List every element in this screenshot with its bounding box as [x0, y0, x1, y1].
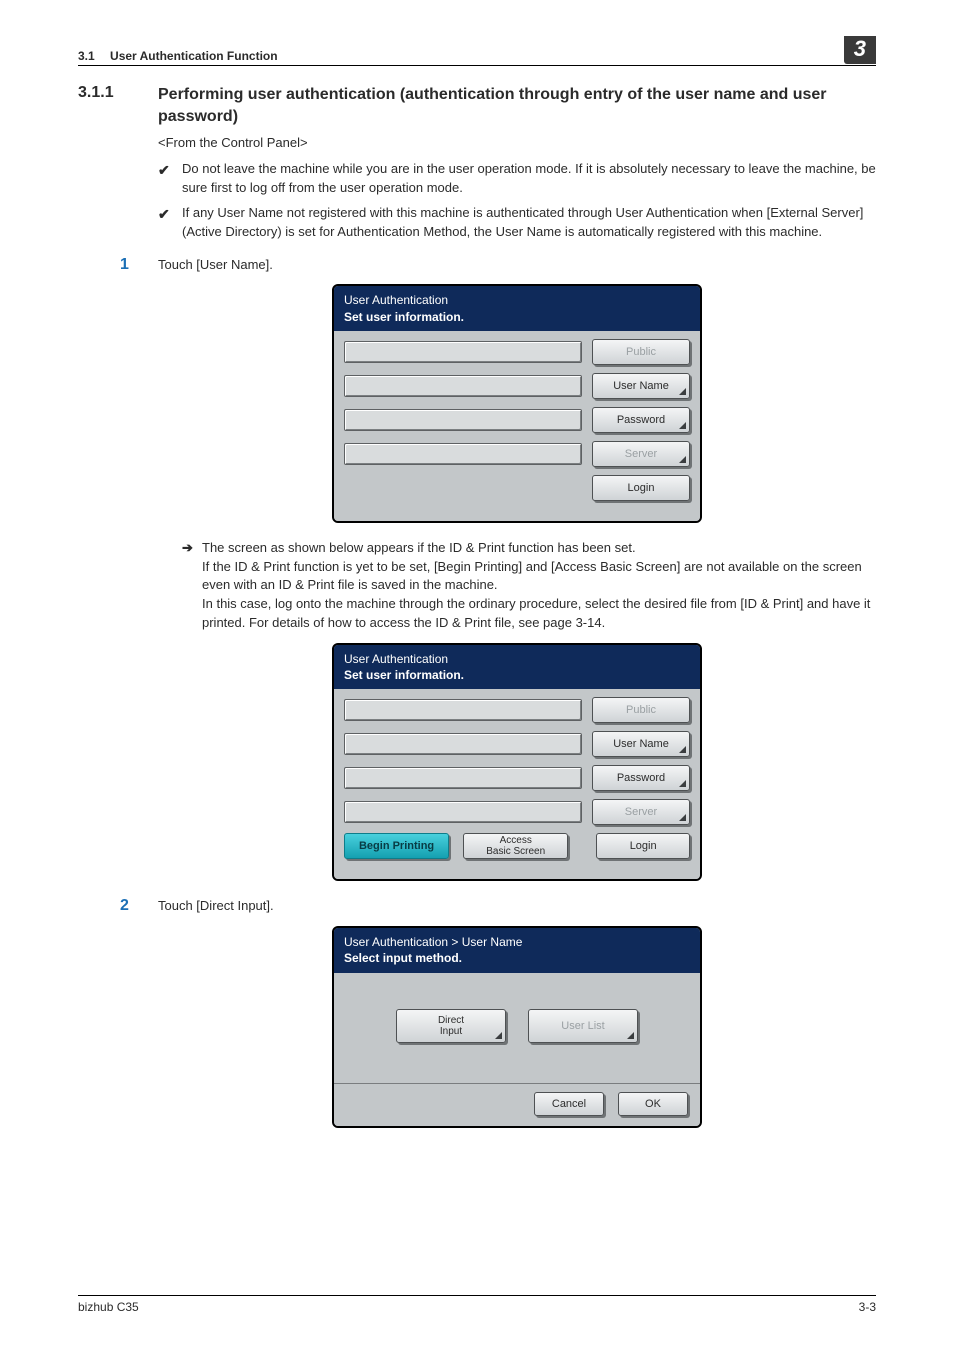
user-list-button[interactable]: User List [528, 1009, 638, 1043]
field-password[interactable] [344, 767, 582, 789]
running-footer: bizhub C35 3-3 [78, 1295, 876, 1314]
header-section-number: 3.1 [78, 49, 107, 63]
field-user-name[interactable] [344, 375, 582, 397]
password-button[interactable]: Password [592, 407, 690, 433]
field-public[interactable] [344, 341, 582, 363]
section-title: Performing user authentication (authenti… [158, 84, 876, 127]
panel-prompt: Set user information. [344, 309, 690, 325]
server-button[interactable]: Server [592, 799, 690, 825]
precaution-list: ✔ Do not leave the machine while you are… [158, 160, 876, 241]
context-subhead: <From the Control Panel> [158, 135, 876, 150]
field-password[interactable] [344, 409, 582, 431]
check-icon: ✔ [158, 204, 182, 242]
note-text: The screen as shown below appears if the… [202, 539, 876, 633]
panel-user-auth-idprint: User Authentication Set user information… [332, 643, 702, 881]
public-button[interactable]: Public [592, 339, 690, 365]
section-heading: 3.1.1 Performing user authentication (au… [78, 84, 876, 127]
field-user-name[interactable] [344, 733, 582, 755]
precaution-item: Do not leave the machine while you are i… [182, 160, 876, 198]
step-1: 1 Touch [User Name]. [158, 256, 876, 275]
step-number: 2 [120, 897, 134, 916]
login-button[interactable]: Login [592, 475, 690, 501]
panel-select-input-method: User Authentication > User Name Select i… [332, 926, 702, 1127]
header-left: 3.1 User Authentication Function [78, 49, 278, 63]
note-list: ➔ The screen as shown below appears if t… [182, 539, 876, 633]
panel-breadcrumb: User Authentication > User Name [344, 934, 690, 950]
cancel-button[interactable]: Cancel [534, 1092, 604, 1116]
footer-page: 3-3 [859, 1300, 876, 1314]
direct-input-button[interactable]: DirectInput [396, 1009, 506, 1043]
access-basic-screen-button[interactable]: AccessBasic Screen [463, 833, 568, 859]
user-name-button[interactable]: User Name [592, 373, 690, 399]
step-text: Touch [User Name]. [158, 256, 273, 275]
footer-product: bizhub C35 [78, 1300, 139, 1314]
field-public[interactable] [344, 699, 582, 721]
server-button[interactable]: Server [592, 441, 690, 467]
ok-button[interactable]: OK [618, 1092, 688, 1116]
header-section-title: User Authentication Function [110, 49, 278, 63]
panel-prompt: Select input method. [344, 950, 690, 966]
check-icon: ✔ [158, 160, 182, 198]
login-button[interactable]: Login [596, 833, 690, 859]
field-server[interactable] [344, 443, 582, 465]
password-button[interactable]: Password [592, 765, 690, 791]
begin-printing-button[interactable]: Begin Printing [344, 833, 449, 859]
field-server[interactable] [344, 801, 582, 823]
panel-user-auth-basic: User Authentication Set user information… [332, 284, 702, 522]
arrow-icon: ➔ [182, 539, 202, 633]
panel-breadcrumb: User Authentication [344, 292, 690, 308]
panel-breadcrumb: User Authentication [344, 651, 690, 667]
step-number: 1 [120, 256, 134, 275]
public-button[interactable]: Public [592, 697, 690, 723]
precaution-item: If any User Name not registered with thi… [182, 204, 876, 242]
chapter-number-tab: 3 [844, 36, 876, 64]
user-name-button[interactable]: User Name [592, 731, 690, 757]
panel-prompt: Set user information. [344, 667, 690, 683]
step-2: 2 Touch [Direct Input]. [158, 897, 876, 916]
step-text: Touch [Direct Input]. [158, 897, 274, 916]
running-header: 3.1 User Authentication Function 3 [78, 36, 876, 66]
section-number: 3.1.1 [78, 84, 136, 127]
